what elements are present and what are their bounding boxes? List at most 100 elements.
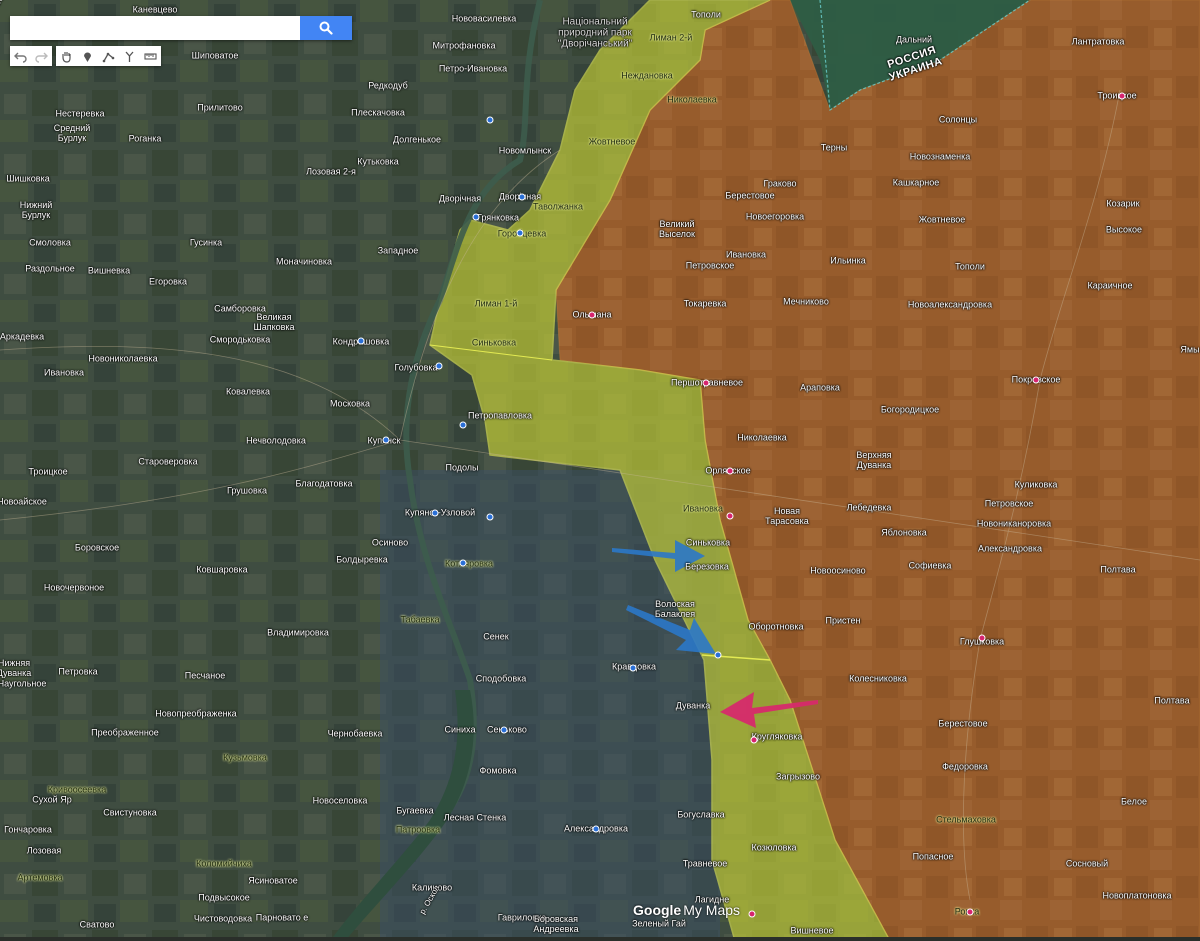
- place-label[interactable]: Яблоновка: [881, 528, 927, 538]
- place-label[interactable]: Кашкарное: [893, 178, 940, 188]
- place-label[interactable]: Нижний Бурлук: [20, 200, 53, 220]
- place-marker[interactable]: [472, 213, 480, 221]
- place-label[interactable]: Свистуновка: [103, 808, 156, 818]
- place-label[interactable]: Мечниково: [783, 297, 829, 307]
- place-label[interactable]: Ясиноватое: [248, 876, 298, 886]
- place-label[interactable]: Долгенькое: [393, 135, 441, 145]
- place-label[interactable]: Федоровка: [942, 762, 988, 772]
- place-label[interactable]: Лебедевка: [847, 503, 892, 513]
- place-label[interactable]: Травневое: [683, 859, 727, 869]
- place-label[interactable]: Новоплатоновка: [1102, 891, 1171, 901]
- place-label[interactable]: Западное: [378, 246, 419, 256]
- place-label[interactable]: Жовтневое: [919, 215, 966, 225]
- place-marker[interactable]: [726, 512, 734, 520]
- place-label[interactable]: Пристен: [826, 616, 861, 626]
- place-marker[interactable]: [702, 379, 710, 387]
- place-label[interactable]: Чернобаевка: [328, 729, 383, 739]
- place-label[interactable]: Сподобовка: [476, 674, 527, 684]
- place-marker[interactable]: [486, 513, 494, 521]
- place-label[interactable]: Софиевка: [909, 561, 952, 571]
- place-label[interactable]: Нечволодовка: [246, 436, 306, 446]
- place-label[interactable]: Вишневое: [791, 926, 834, 936]
- place-label[interactable]: Благодатовка: [296, 479, 353, 489]
- place-marker[interactable]: [714, 651, 722, 659]
- place-label[interactable]: Кузьмовка: [223, 753, 267, 763]
- place-label[interactable]: Грянковка: [477, 213, 519, 223]
- place-label[interactable]: Вишневка: [88, 266, 130, 276]
- place-label[interactable]: Артемовка: [18, 873, 63, 883]
- place-label[interactable]: Лозовая: [27, 846, 61, 856]
- place-label[interactable]: Петро-Ивановка: [439, 64, 507, 74]
- place-label[interactable]: Новопреображенка: [155, 709, 236, 719]
- place-label[interactable]: Сухой Яр: [32, 795, 71, 805]
- place-label[interactable]: Кривоосеевка: [48, 785, 106, 795]
- place-label[interactable]: Нижняя Дуванка: [0, 658, 31, 678]
- place-marker[interactable]: [592, 825, 600, 833]
- place-label[interactable]: Стельмаховка: [936, 815, 996, 825]
- place-label[interactable]: Петровское: [686, 261, 735, 271]
- place-label[interactable]: Бугаевка: [396, 806, 433, 816]
- place-label[interactable]: Синиха: [445, 725, 476, 735]
- place-label[interactable]: Купянск-Узловой: [405, 508, 475, 518]
- place-label[interactable]: Новоосиново: [810, 566, 865, 576]
- place-label[interactable]: Каневцево: [133, 5, 178, 15]
- place-label[interactable]: Троицкое: [28, 467, 67, 477]
- place-marker[interactable]: [382, 436, 390, 444]
- place-label[interactable]: Раздольное: [25, 264, 75, 274]
- place-label[interactable]: Преображенное: [91, 728, 159, 738]
- place-marker[interactable]: [435, 362, 443, 370]
- place-marker[interactable]: [486, 116, 494, 124]
- add-marker-button[interactable]: [77, 46, 98, 66]
- place-label[interactable]: Ивановка: [44, 368, 84, 378]
- place-label[interactable]: Нововасилевка: [452, 14, 517, 24]
- place-label[interactable]: Зеленый Гай: [632, 919, 686, 929]
- place-label[interactable]: Тополи: [955, 262, 985, 272]
- place-label[interactable]: Козюловка: [751, 843, 796, 853]
- place-label[interactable]: Синьковка: [686, 538, 730, 548]
- place-label[interactable]: Новониколаевка: [88, 354, 157, 364]
- place-label[interactable]: Владимировка: [267, 628, 329, 638]
- place-marker[interactable]: [750, 736, 758, 744]
- place-label[interactable]: Гусинка: [190, 238, 222, 248]
- place-label[interactable]: Берестовое: [938, 719, 987, 729]
- place-label[interactable]: Осиново: [372, 538, 408, 548]
- place-label[interactable]: Берестовое: [725, 191, 774, 201]
- place-label[interactable]: Березовка: [685, 562, 729, 572]
- place-marker[interactable]: [1118, 92, 1126, 100]
- place-label[interactable]: Подолы: [445, 463, 478, 473]
- place-label[interactable]: Лесная Стенка: [444, 813, 506, 823]
- place-label[interactable]: Петровка: [58, 667, 97, 677]
- directions-button[interactable]: [119, 46, 140, 66]
- place-marker[interactable]: [588, 311, 596, 319]
- place-label[interactable]: Богородицкое: [881, 405, 939, 415]
- place-label[interactable]: Оборотновка: [749, 622, 804, 632]
- place-label[interactable]: Патроовка: [396, 825, 440, 835]
- place-label[interactable]: Ильинка: [830, 256, 866, 266]
- place-label[interactable]: Новоайское: [0, 497, 47, 507]
- place-label[interactable]: Средний Бурлук: [54, 123, 91, 143]
- place-marker[interactable]: [726, 467, 734, 475]
- place-label[interactable]: Новониканоровка: [977, 519, 1051, 529]
- place-label[interactable]: Дуванка: [676, 701, 711, 711]
- place-marker[interactable]: [518, 193, 526, 201]
- place-label[interactable]: Аркадевка: [0, 332, 44, 342]
- place-label[interactable]: Фомовка: [480, 766, 517, 776]
- place-marker[interactable]: [629, 664, 637, 672]
- place-label[interactable]: Ямы: [1180, 345, 1199, 355]
- place-label[interactable]: Роганка: [129, 134, 162, 144]
- place-label[interactable]: Козарик: [1106, 199, 1139, 209]
- place-label[interactable]: Новоегоровка: [746, 212, 804, 222]
- place-label[interactable]: Моначиновка: [276, 257, 332, 267]
- place-label[interactable]: Волоская Балаклея: [655, 599, 695, 619]
- place-label[interactable]: Подвысокое: [198, 893, 249, 903]
- place-marker[interactable]: [459, 421, 467, 429]
- place-label[interactable]: Белое: [1121, 797, 1147, 807]
- place-label[interactable]: Лиман 2-й: [650, 33, 693, 43]
- place-label[interactable]: Неждановка: [621, 71, 673, 81]
- place-label[interactable]: Голубовка: [394, 363, 437, 373]
- place-label[interactable]: Кругляковка: [752, 732, 803, 742]
- place-label[interactable]: Терны: [821, 143, 847, 153]
- place-label[interactable]: Синьковка: [472, 338, 516, 348]
- place-label[interactable]: Шиповатое: [192, 51, 239, 61]
- place-label[interactable]: Куликовка: [1015, 480, 1058, 490]
